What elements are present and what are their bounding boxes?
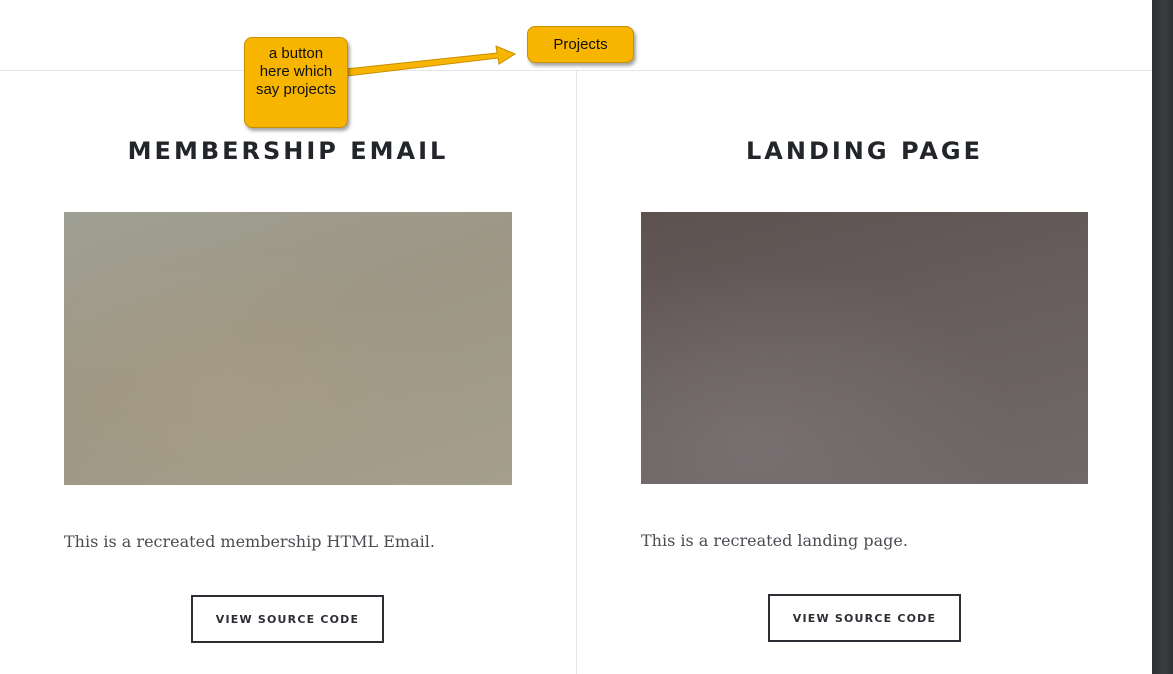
card-description: This is a recreated landing page.	[641, 531, 908, 550]
view-source-code-button[interactable]: VIEW SOURCE CODE	[768, 594, 961, 642]
project-thumbnail	[641, 212, 1088, 484]
window-edge	[1152, 0, 1173, 674]
project-thumbnail	[64, 212, 512, 485]
portfolio-content: MEMBERSHIP EMAIL This is a recreated mem…	[0, 0, 1152, 674]
view-source-code-button[interactable]: VIEW SOURCE CODE	[191, 595, 384, 643]
project-card-landing-page: LANDING PAGE This is a recreated landing…	[577, 71, 1152, 674]
card-title: LANDING PAGE	[746, 137, 983, 165]
page: MEMBERSHIP EMAIL This is a recreated mem…	[0, 0, 1173, 674]
project-card-membership-email: MEMBERSHIP EMAIL This is a recreated mem…	[0, 71, 576, 674]
annotation-projects-button[interactable]: Projects	[527, 26, 634, 63]
annotation-callout: a button here which say projects	[244, 37, 348, 128]
card-description: This is a recreated membership HTML Emai…	[64, 532, 435, 551]
card-title: MEMBERSHIP EMAIL	[127, 137, 449, 165]
